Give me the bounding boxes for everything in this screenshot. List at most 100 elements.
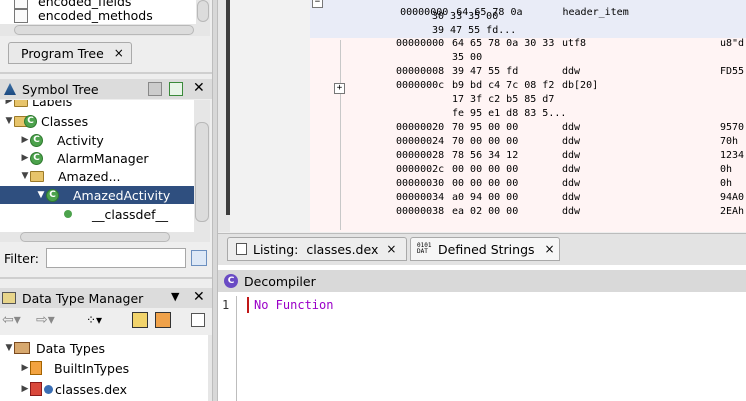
document-icon: [14, 8, 28, 23]
close-icon[interactable]: ×: [114, 46, 124, 60]
tree-row-builtintypes[interactable]: ▶ BuiltInTypes: [20, 359, 130, 377]
chevron-right-icon[interactable]: ▶: [20, 135, 30, 145]
class-icon: C: [24, 114, 37, 128]
navigate-icon[interactable]: [169, 82, 183, 96]
chevron-right-icon[interactable]: ▶: [20, 153, 30, 163]
listing-mnemonic: ddw: [562, 192, 581, 203]
expand-icon[interactable]: −: [312, 0, 323, 8]
close-icon[interactable]: ×: [545, 242, 555, 256]
chevron-right-icon[interactable]: ▶: [20, 363, 30, 373]
filter-input[interactable]: [46, 248, 186, 268]
decompiler-title: Decompiler: [244, 273, 316, 289]
tree-row-classdef[interactable]: __classdef__: [64, 205, 168, 223]
expand-icon[interactable]: +: [334, 83, 345, 94]
tab-defined-strings[interactable]: 0101 DAT Defined Strings ×: [410, 237, 560, 261]
listing-comment: 9570: [720, 122, 745, 133]
program-tree-tab[interactable]: Program Tree ×: [8, 42, 132, 64]
listing-row[interactable]: 00000038 ea 02 00 00 ddw 2EAh: [310, 206, 746, 220]
data-type-manager-icon: [2, 292, 16, 304]
class-icon: C: [30, 151, 43, 165]
tree-row-amazed-folder[interactable]: ▼ Amazed...: [20, 167, 121, 185]
tree-row-classes-dex[interactable]: ▶ classes.dex: [20, 380, 127, 398]
data-type-manager-header: Data Type Manager ▼ ✕: [0, 288, 212, 308]
listing-mnemonic: db[20]: [562, 80, 599, 91]
close-icon[interactable]: ×: [386, 242, 396, 256]
chevron-right-icon[interactable]: ▶: [20, 384, 30, 394]
listing-icon: [236, 243, 247, 255]
listing-address: 00000028: [396, 150, 445, 161]
tree-row-labels[interactable]: ▶ Labels: [4, 100, 72, 110]
listing-bytes: 35 00: [452, 52, 483, 63]
listing-row[interactable]: 0000000c b9 bd c4 7c 08 f2 db[20]: [310, 80, 746, 94]
vertical-scrollbar[interactable]: [194, 100, 210, 232]
listing-mnemonic: ddw: [562, 178, 581, 189]
dtm-toolbar: ⇦▾ ⇨▾ ⁘▾: [0, 310, 212, 332]
tree-row-data-types[interactable]: ▼ Data Types: [4, 339, 106, 357]
tree-row-classes[interactable]: ▼ C Classes: [4, 112, 89, 130]
listing-comment: 70h: [720, 136, 739, 147]
listing-address: 0000002c: [396, 164, 445, 175]
close-icon[interactable]: ✕: [193, 289, 205, 305]
listing-comment: u8"d: [720, 38, 745, 49]
chevron-down-icon[interactable]: ▼: [20, 171, 30, 181]
archive-icon: [30, 382, 42, 396]
listing-bytes: 39 47 55 fd: [452, 66, 519, 77]
text-cursor: [247, 297, 249, 313]
data-type-manager-title: Data Type Manager: [22, 290, 144, 306]
horizontal-scrollbar[interactable]: [0, 24, 210, 36]
listing-mnemonic: ddw: [562, 206, 581, 217]
horizontal-scrollbar[interactable]: [0, 232, 210, 242]
chevron-down-icon[interactable]: ▼: [36, 190, 46, 200]
edit-icon[interactable]: [148, 82, 162, 96]
listing-address: 00000030: [396, 178, 445, 189]
filter-options-icon[interactable]: [191, 250, 207, 266]
listing-row[interactable]: 17 3f c2 b5 85 d7: [310, 94, 746, 108]
chevron-down-icon[interactable]: ▼: [4, 116, 14, 126]
listing-row[interactable]: 00000008 39 47 55 fd ddw FD55: [310, 66, 746, 80]
collapse-icon[interactable]: [191, 313, 205, 327]
line-number: 1: [222, 298, 230, 312]
filter-archive-icon[interactable]: [155, 312, 171, 328]
listing-address: 00000038: [396, 206, 445, 217]
close-icon[interactable]: ✕: [193, 80, 205, 96]
listing-bytes: 70 00 00 00: [452, 136, 519, 147]
tree-row-alarmmanager[interactable]: ▶ C AlarmManager: [20, 149, 149, 167]
listing-row[interactable]: 00000020 70 95 00 00 ddw 9570: [310, 122, 746, 136]
tree-row-amazedactivity[interactable]: ▼ C AmazedActivity: [0, 186, 194, 204]
chevron-down-icon[interactable]: ▼: [4, 343, 14, 353]
listing-row[interactable]: 00000028 78 56 34 12 ddw 1234: [310, 150, 746, 164]
field-dot-icon: [64, 210, 72, 218]
listing-comment: 0h: [720, 164, 733, 175]
listing-header-cont: 30 33 35 00: [432, 11, 499, 22]
listing-comment: 1234: [720, 150, 745, 161]
listing-row[interactable]: 00000000 64 65 78 0a 30 33 utf8 u8"d: [310, 38, 746, 52]
tab-listing[interactable]: Listing: classes.dex ×: [227, 237, 407, 261]
listing-address: 00000020: [396, 122, 445, 133]
listing-bytes: 00 00 00 00: [452, 178, 519, 189]
listing-row[interactable]: fe 95 e1 d8 83 5...: [310, 108, 746, 122]
line-gutter-divider: [236, 296, 237, 401]
vertical-scrollbar[interactable]: [196, 0, 210, 36]
filter-off-icon[interactable]: [132, 312, 148, 328]
dropdown-icon[interactable]: ▼: [171, 290, 179, 303]
tree-row-encoded-methods[interactable]: encoded_methods: [14, 8, 153, 23]
listing-row[interactable]: 35 00: [310, 52, 746, 66]
listing-row[interactable]: 00000030 00 00 00 00 ddw 0h: [310, 178, 746, 192]
listing-view[interactable]: − 00000000 64 65 78 0a header_item 30 33 3…: [310, 0, 746, 232]
tree-row-activity[interactable]: ▶ C Activity: [20, 131, 104, 149]
divider: [0, 277, 212, 279]
listing-mnemonic: ddw: [562, 150, 581, 161]
listing-row[interactable]: 0000002c 00 00 00 00 ddw 0h: [310, 164, 746, 178]
back-arrow-icon[interactable]: ⇦▾: [2, 312, 21, 328]
listing-address: 0000000c: [396, 80, 445, 91]
listing-header-row[interactable]: 00000000 64 65 78 0a header_item: [376, 0, 629, 18]
program-tree-panel: encoded_fields encoded_methods: [0, 0, 210, 36]
tree-options-icon[interactable]: ⁘▾: [86, 313, 102, 327]
listing-row[interactable]: 00000024 70 00 00 00 ddw 70h: [310, 136, 746, 150]
symbol-tree-title: Symbol Tree: [22, 81, 99, 97]
listing-row[interactable]: 00000034 a0 94 00 00 ddw 94A0: [310, 192, 746, 206]
symbol-tree-header: Symbol Tree ✕: [0, 79, 212, 99]
data-type-tree: ▼ Data Types ▶ BuiltInTypes ▶ classes.de…: [0, 335, 208, 401]
forward-arrow-icon[interactable]: ⇨▾: [36, 312, 55, 328]
chevron-right-icon[interactable]: ▶: [4, 100, 14, 106]
